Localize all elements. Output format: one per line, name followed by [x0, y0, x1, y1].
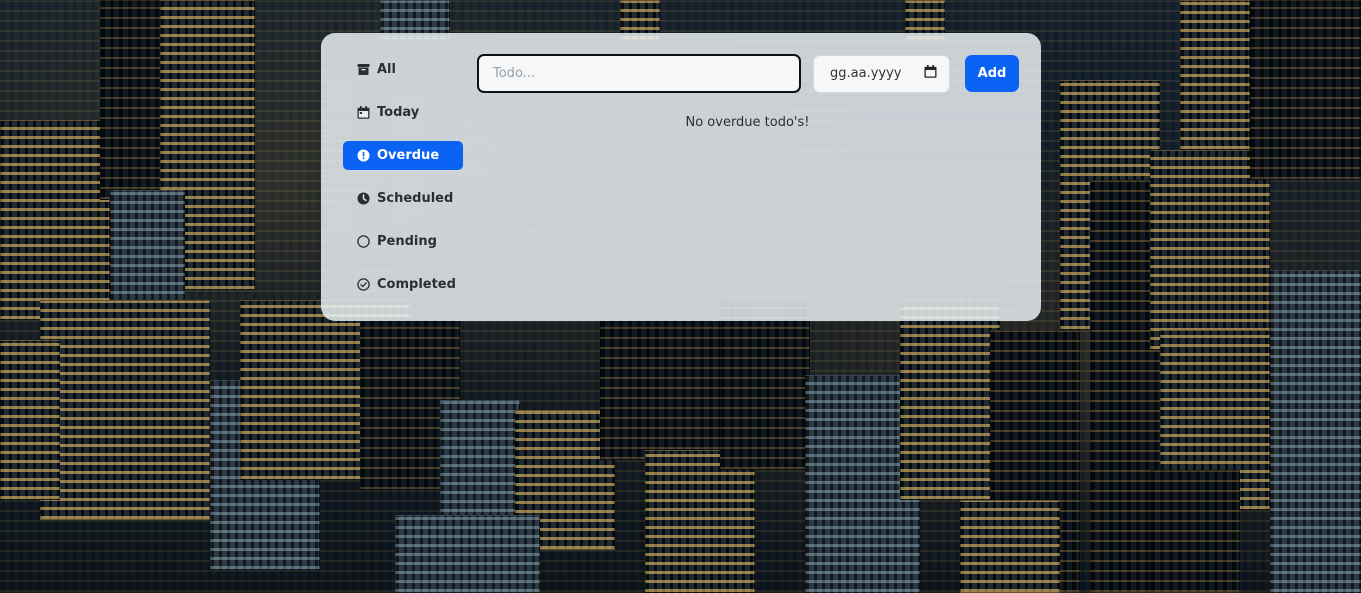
- todo-input[interactable]: [477, 54, 801, 93]
- sidebar-item-label: Today: [377, 105, 420, 120]
- todo-panel: All Today Overdue Scheduled Pending Comp…: [321, 33, 1041, 321]
- main-content: gg.aa.yyyy Add No overdue todo's!: [477, 54, 1019, 130]
- date-input[interactable]: gg.aa.yyyy: [813, 54, 950, 93]
- check-circle-icon: [357, 278, 370, 291]
- clock-icon: [357, 192, 370, 205]
- empty-state-message: No overdue todo's!: [685, 115, 810, 130]
- circle-icon: [357, 235, 370, 248]
- calendar-icon: [357, 106, 370, 119]
- sidebar-item-today[interactable]: Today: [343, 98, 463, 127]
- add-button[interactable]: Add: [965, 55, 1019, 92]
- exclamation-circle-icon: [357, 149, 370, 162]
- sidebar-item-scheduled[interactable]: Scheduled: [343, 184, 463, 213]
- archive-icon: [357, 63, 370, 76]
- calendar-icon[interactable]: [924, 65, 937, 82]
- date-placeholder: gg.aa.yyyy: [830, 66, 902, 81]
- sidebar-item-completed[interactable]: Completed: [343, 270, 463, 299]
- sidebar-item-overdue[interactable]: Overdue: [343, 141, 463, 170]
- sidebar-item-label: Pending: [377, 234, 437, 249]
- add-todo-form: gg.aa.yyyy Add: [477, 54, 1019, 93]
- sidebar-item-label: Scheduled: [377, 191, 454, 206]
- sidebar-item-label: Overdue: [377, 148, 440, 163]
- sidebar-item-pending[interactable]: Pending: [343, 227, 463, 256]
- sidebar-item-label: Completed: [377, 277, 456, 292]
- sidebar: All Today Overdue Scheduled Pending Comp…: [343, 55, 463, 313]
- sidebar-item-all[interactable]: All: [343, 55, 463, 84]
- sidebar-item-label: All: [377, 62, 396, 77]
